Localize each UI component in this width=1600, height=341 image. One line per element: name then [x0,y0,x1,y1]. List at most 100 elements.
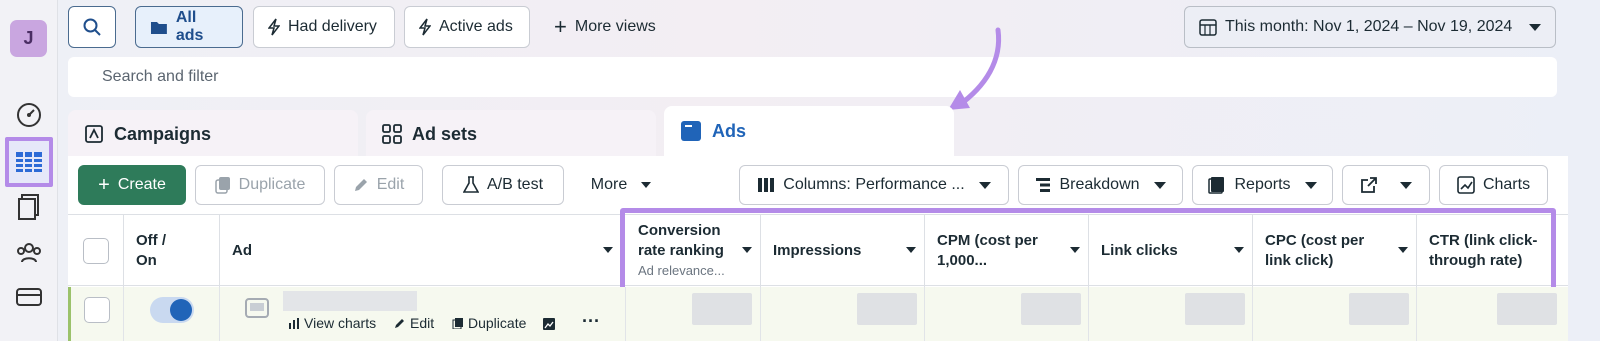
value-placeholder [692,293,752,325]
date-range-label: This month: Nov 1, 2024 – Nov 19, 2024 [1225,18,1513,35]
column-conversion-rate-ranking[interactable]: Conversion rate ranking Ad relevance... [626,215,761,287]
cell-impressions [761,287,925,341]
table-icon[interactable] [5,137,53,187]
chevron-down-icon [1529,23,1541,31]
card-icon[interactable] [12,280,46,314]
value-placeholder [1185,293,1245,325]
export-button-group[interactable] [1342,165,1430,205]
more-views-button[interactable]: + More views [540,6,670,48]
tab-ads-label: Ads [712,120,747,141]
table-header: Off / On Ad Conversion rate ranking Ad r… [68,214,1568,287]
chevron-down-icon [1234,247,1244,253]
more-button[interactable]: More [578,165,664,205]
row-toggle[interactable] [150,297,194,323]
grid-icon [382,124,402,144]
reports-dropdown[interactable]: Reports [1192,165,1333,205]
value-placeholder [857,293,917,325]
duplicate-button[interactable]: Duplicate [195,165,325,205]
column-cpm-label: CPM (cost per 1,000... [937,232,1038,269]
people-icon[interactable] [12,236,46,270]
row-select-cell [68,287,124,341]
export-icon [1361,177,1377,193]
cell-conversion [626,287,761,341]
row-edit-label: Edit [410,315,435,331]
tab-ads[interactable]: Ads [664,106,954,156]
column-link-clicks[interactable]: Link clicks [1089,215,1253,287]
chevron-down-icon [1398,247,1408,253]
row-ad-cell: View charts Edit Duplicate ··· [220,287,626,341]
charts-button[interactable]: Charts [1439,165,1548,205]
row-duplicate-link[interactable]: Duplicate [452,315,526,331]
value-placeholder [1497,293,1557,325]
column-cpm[interactable]: CPM (cost per 1,000... [925,215,1089,287]
had-delivery-label: Had delivery [288,18,377,35]
table-row[interactable]: View charts Edit Duplicate ··· [68,287,1568,341]
duplicate-label: Duplicate [238,176,306,193]
preview-icon[interactable] [542,317,556,331]
toggle-knob [170,299,192,321]
had-delivery-button[interactable]: Had delivery [253,6,395,48]
flask-icon [462,176,479,193]
columns-dropdown[interactable]: Columns: Performance ... [739,165,1009,205]
search-button[interactable] [68,6,116,48]
column-cpc[interactable]: CPC (cost per link click) [1253,215,1417,287]
tab-campaigns[interactable]: Campaigns [68,110,358,158]
ab-test-label: A/B test [486,176,544,193]
date-range-picker[interactable]: This month: Nov 1, 2024 – Nov 19, 2024 [1184,6,1556,48]
column-conversion-label: Conversion rate ranking [638,222,724,259]
active-ads-button[interactable]: Active ads [404,6,530,48]
reports-label: Reports [1234,176,1291,193]
active-ads-label: Active ads [439,18,513,35]
charts-label: Charts [1482,176,1531,193]
view-charts-link[interactable]: View charts [288,315,376,331]
all-ads-button[interactable]: All ads [135,6,243,48]
column-ad[interactable]: Ad [220,215,622,287]
chart-icon [1457,176,1475,194]
tab-ad-sets[interactable]: Ad sets [366,110,656,158]
folder-icon [150,21,167,34]
cell-cpc [1253,287,1417,341]
column-off-on[interactable]: Off / On [124,215,220,287]
chevron-down-icon [742,247,752,253]
chevron-down-icon [906,247,916,253]
columns-label: Columns: Performance ... [783,176,965,193]
cell-link-clicks [1089,287,1253,341]
plus-icon: + [98,173,110,196]
chevron-down-icon [1153,181,1166,189]
plus-icon: + [554,14,567,39]
chevron-down-icon[interactable] [1400,181,1412,189]
row-duplicate-label: Duplicate [468,315,527,331]
left-rail: J [0,0,58,341]
chevron-down-icon [1070,247,1080,253]
row-checkbox[interactable] [84,297,110,323]
create-label: Create [117,176,166,193]
column-impressions[interactable]: Impressions [761,215,925,287]
ad-name-placeholder [283,291,417,311]
gauge-icon[interactable] [12,98,46,132]
column-ctr[interactable]: CTR (link click-through rate) [1417,215,1568,287]
bolt-icon [268,18,280,36]
reports-icon [1208,177,1225,194]
chevron-down-icon [603,247,613,253]
pages-icon[interactable] [12,190,46,224]
breakdown-dropdown[interactable]: Breakdown [1018,165,1183,205]
ad-icon [681,121,701,141]
ab-test-button[interactable]: A/B test [442,165,564,205]
value-placeholder [1349,293,1409,325]
create-button[interactable]: + Create [78,165,186,205]
more-options-icon[interactable]: ··· [582,311,600,332]
select-all-checkbox[interactable] [82,238,109,264]
view-charts-label: View charts [304,315,377,331]
search-input[interactable]: Search and filter [68,57,1557,97]
avatar[interactable]: J [10,20,47,57]
chevron-down-icon [978,181,991,189]
bolt-icon [419,18,431,36]
column-ctr-label: CTR (link click-through rate) [1429,232,1538,269]
calendar-icon [1199,19,1217,36]
select-all-cell [68,215,124,287]
chevron-down-icon [1304,181,1317,189]
more-label: More [590,176,628,193]
duplicate-icon [214,177,230,194]
edit-button[interactable]: Edit [334,165,423,205]
row-edit-link[interactable]: Edit [394,315,434,331]
